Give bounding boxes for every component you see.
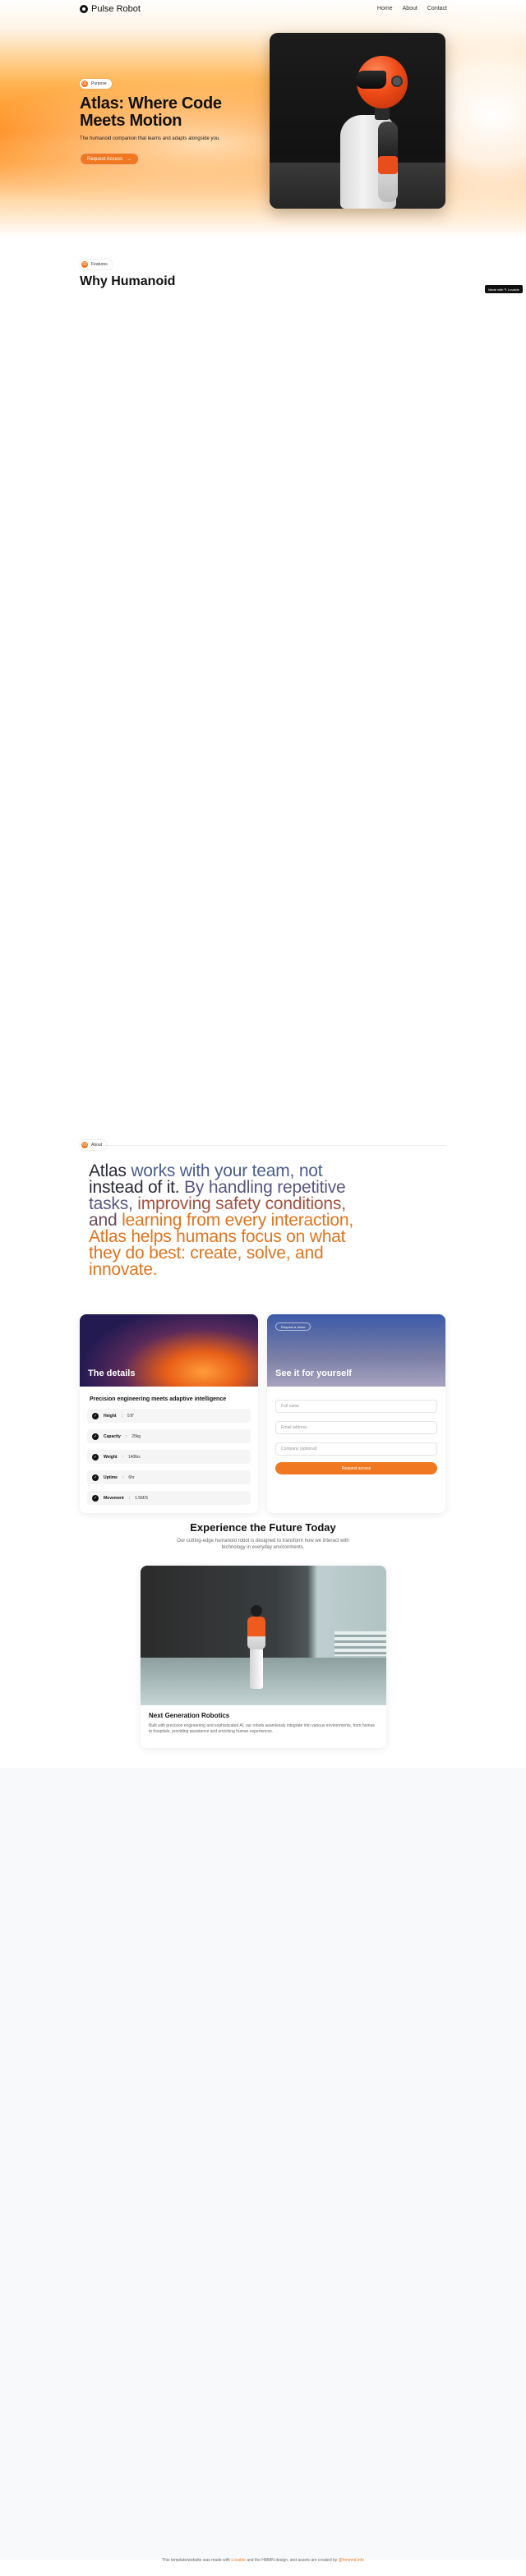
pulse-logo-icon xyxy=(80,5,88,13)
hero-title-line1: Atlas: Where Code xyxy=(80,94,222,113)
arrow-right-icon: → xyxy=(127,156,132,162)
check-icon: ✓ xyxy=(92,1494,99,1502)
details-card-header: The details xyxy=(80,1314,258,1387)
pill-number: 01 xyxy=(81,80,88,87)
spec-value: 6hr xyxy=(128,1474,135,1480)
pill-number: 03 xyxy=(81,1142,88,1148)
check-icon: ✓ xyxy=(92,1433,99,1440)
experience-text: Our cutting-edge humanoid robot is desig… xyxy=(177,1539,349,1550)
spec-value: 5'8" xyxy=(127,1413,135,1419)
check-icon: ✓ xyxy=(92,1474,99,1481)
robot-photo xyxy=(141,1566,386,1705)
check-icon: ✓ xyxy=(92,1453,99,1460)
made-with-lovable-badge[interactable]: Made with ✎ Lovable xyxy=(485,285,523,293)
details-card: The details Precision engineering meets … xyxy=(80,1314,258,1513)
hero-content: 01 Purpose Atlas: Where Code Meets Motio… xyxy=(80,74,236,165)
footer: This template/website was made with Lova… xyxy=(0,2558,526,2563)
statement-part: learning from every interaction, Atlas h… xyxy=(89,1211,353,1279)
spec-label: Weight xyxy=(104,1454,118,1460)
photo-floor xyxy=(141,1658,386,1705)
pill-label: About xyxy=(91,1143,103,1148)
spec-value: 140lbs xyxy=(127,1454,141,1460)
robot-ear xyxy=(391,76,403,87)
hero-subtitle: The humanoid companion that learns and a… xyxy=(80,136,220,141)
footer-link-hmmn[interactable]: @hmmnd.info xyxy=(339,2558,364,2563)
demo-request-card: Request a demo See it for yourself Full … xyxy=(267,1314,445,1513)
experience-title: Experience the Future Today xyxy=(190,1521,336,1534)
experience-card-title: Next Generation Robotics xyxy=(149,1712,230,1719)
nav-link-contact[interactable]: Contact xyxy=(427,6,447,12)
robot-armband xyxy=(378,156,398,174)
section-divider xyxy=(103,1145,446,1146)
spec-label: Height xyxy=(104,1413,117,1419)
hero-title: Atlas: Where Code Meets Motion xyxy=(80,95,236,130)
top-nav: Pulse Robot Home About Contact xyxy=(0,0,526,20)
nav-link-home[interactable]: Home xyxy=(377,6,393,12)
robot-head xyxy=(251,1605,262,1617)
footer-prefix: This template/website was made with xyxy=(162,2558,232,2563)
demo-form: Full name Email address Company (optiona… xyxy=(267,1400,445,1474)
pill-label: Features xyxy=(91,262,108,267)
spec-row-weight: ✓ Weight: 140lbs xyxy=(87,1450,251,1464)
request-access-submit-button[interactable]: Request access xyxy=(275,1462,437,1474)
spec-value: 25kg xyxy=(132,1433,141,1439)
request-access-button[interactable]: Request Access → xyxy=(80,153,140,165)
spec-row-uptime: ✓ Uptime: 6hr xyxy=(87,1470,251,1484)
hero-title-line2: Meets Motion xyxy=(80,112,182,130)
footer-middle: and the HMMN design, and assets are crea… xyxy=(245,2558,339,2563)
email-field[interactable]: Email address xyxy=(275,1421,437,1434)
experience-card-text: Built with precision engineering and sop… xyxy=(149,1723,375,1734)
hero-section xyxy=(0,0,526,238)
spec-row-height: ✓ Height: 5'8" xyxy=(87,1409,251,1423)
robot-body xyxy=(247,1617,265,1649)
footer-link-lovable[interactable]: Lovable xyxy=(231,2558,246,2563)
details-subtitle: Precision engineering meets adaptive int… xyxy=(90,1396,227,1402)
spec-row-movement: ✓ Movement: 1.5M/S xyxy=(87,1491,251,1505)
why-humanoid-section: 02 Features Why Humanoid xyxy=(80,255,175,289)
spec-value: 1.5M/S xyxy=(135,1495,148,1501)
spec-label: Capacity xyxy=(104,1433,121,1439)
pill-number: 02 xyxy=(81,261,88,268)
section-pill-purpose: 01 Purpose xyxy=(80,79,112,89)
spec-label: Uptime xyxy=(104,1474,118,1480)
full-name-field[interactable]: Full name xyxy=(275,1400,437,1413)
lower-section xyxy=(0,1768,526,2560)
demo-tag: Request a demo xyxy=(275,1322,311,1331)
brand-name: Pulse Robot xyxy=(91,4,141,14)
nav-links: Home About Contact xyxy=(377,6,447,12)
nav-link-about[interactable]: About xyxy=(403,6,418,12)
why-title: Why Humanoid xyxy=(80,274,176,288)
check-icon: ✓ xyxy=(92,1412,99,1419)
robot-visor xyxy=(355,71,386,89)
spec-label: Movement xyxy=(104,1495,124,1501)
photo-stairs xyxy=(335,1631,386,1656)
cta-label: Request Access xyxy=(87,156,123,162)
details-title: The details xyxy=(88,1368,136,1378)
section-pill-features: 02 Features xyxy=(80,260,113,269)
experience-card: Next Generation Robotics Built with prec… xyxy=(141,1566,386,1748)
hero-robot-image xyxy=(270,33,445,209)
demo-card-header: Request a demo See it for yourself xyxy=(267,1314,445,1387)
spec-row-capacity: ✓ Capacity: 25kg xyxy=(87,1429,251,1443)
about-statement: Atlas works with your team, not instead … xyxy=(89,1162,368,1279)
brand-logo[interactable]: Pulse Robot xyxy=(80,4,141,14)
pill-label: Purpose xyxy=(91,81,107,86)
company-field[interactable]: Company (optional) xyxy=(275,1442,437,1456)
robot-legs xyxy=(250,1648,263,1689)
demo-title: See it for yourself xyxy=(275,1368,352,1378)
